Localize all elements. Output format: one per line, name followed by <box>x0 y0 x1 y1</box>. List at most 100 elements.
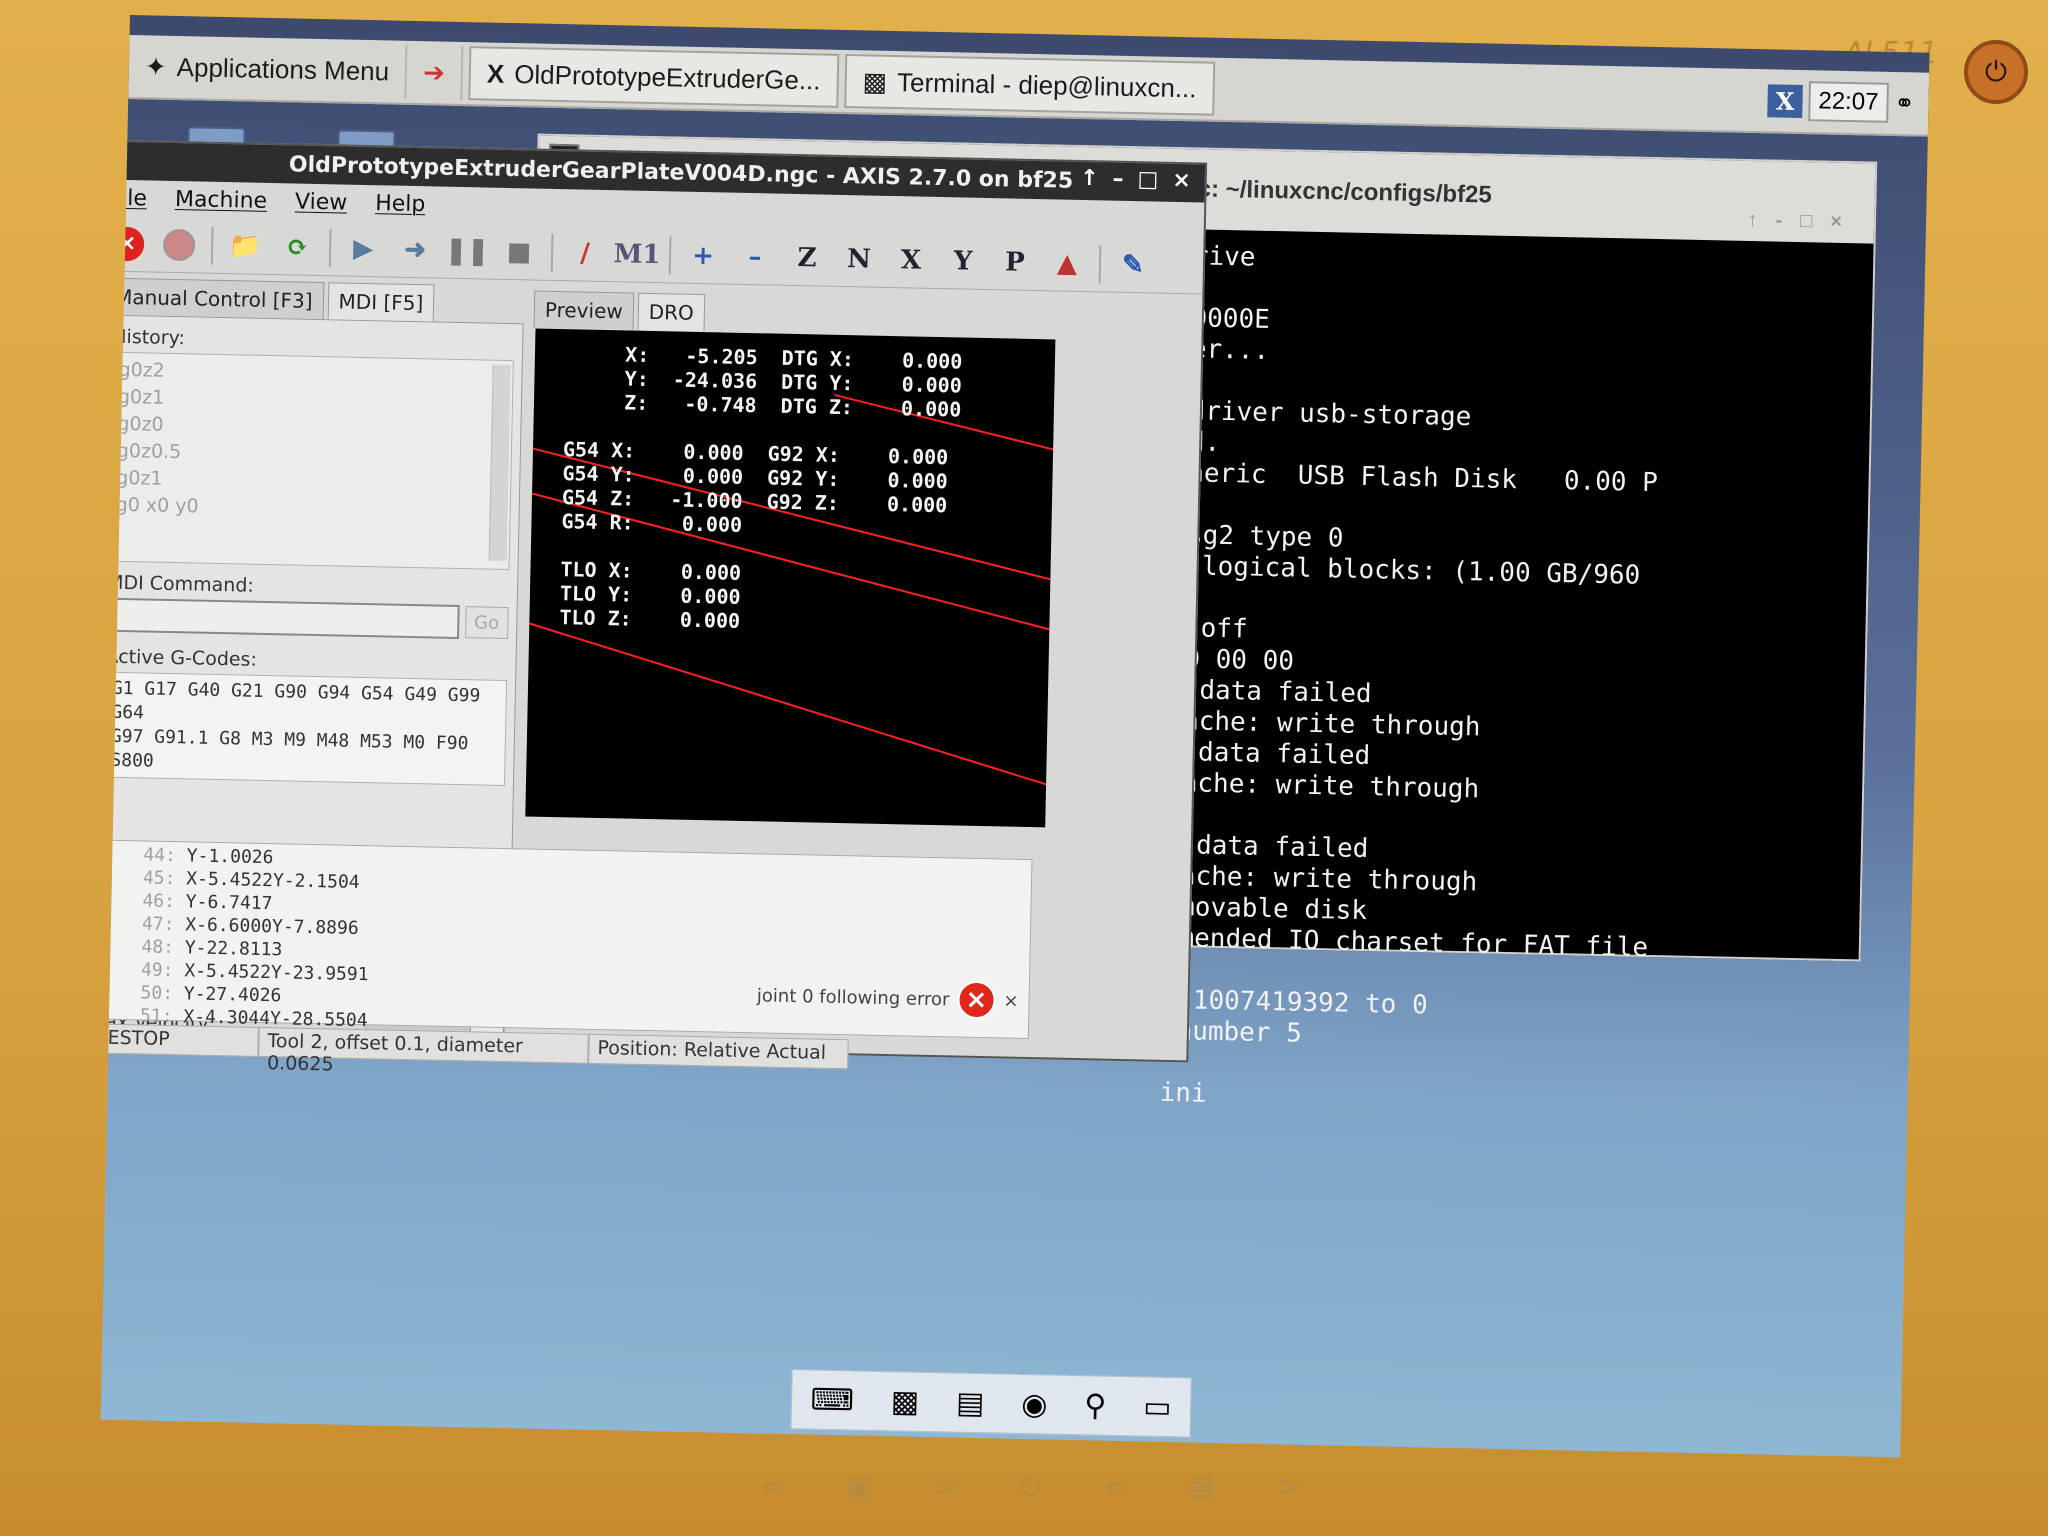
power-badge-icon: ⏻ <box>1964 40 2028 104</box>
dismiss-close-icon[interactable]: × <box>1003 990 1019 1011</box>
toolbar-separator <box>668 235 672 274</box>
view-x-icon[interactable]: X <box>891 239 932 280</box>
right-arrow-icon[interactable]: > <box>934 1470 957 1504</box>
search-icon[interactable]: ⚲ <box>1084 1388 1107 1423</box>
gcode-text: Y-6.7417 <box>185 891 273 915</box>
top-panel: ✦ Applications Menu ➔ X OldPrototypeExtr… <box>128 34 1930 137</box>
minimize-icon[interactable]: – <box>1112 167 1124 192</box>
dock: ⌨ ▩ ▤ ◉ ⚲ ▭ <box>790 1369 1192 1438</box>
task-axis[interactable]: X OldPrototypeExtruderGe... <box>468 46 840 108</box>
error-text: joint 0 following error <box>756 984 950 1010</box>
line-number: 44: <box>143 844 187 867</box>
tab-dro[interactable]: DRO <box>637 292 706 332</box>
terminal-icon: ▩ <box>862 65 888 97</box>
close-icon[interactable]: × <box>1172 168 1191 193</box>
logout-button[interactable]: ➔ <box>406 44 464 100</box>
error-notification: joint 0 following error × × <box>756 976 1019 1020</box>
terminal-icon[interactable]: ▩ <box>890 1384 919 1420</box>
machine-power-icon[interactable] <box>159 224 200 265</box>
active-gcodes-line: G1 G17 G40 G21 G90 G94 G54 G49 G99 G64 <box>111 677 481 724</box>
left-arrow-icon[interactable]: < <box>760 1470 783 1504</box>
folder-icon[interactable]: ▭ <box>1143 1389 1172 1425</box>
status-position: Position: Relative Actual <box>588 1033 849 1070</box>
active-gcodes-line: G97 G91.1 G8 M3 M9 M48 M53 M0 F90 S800 <box>110 725 469 772</box>
tab-preview[interactable]: Preview <box>533 290 635 330</box>
toolbar-separator <box>550 233 554 272</box>
maximize-icon[interactable]: □ <box>1137 167 1158 192</box>
screen: ✦ Applications Menu ➔ X OldPrototypeExtr… <box>100 15 1930 1458</box>
power-icon[interactable]: ⏻ <box>1019 1470 1041 1504</box>
active-gcodes-label: Active G-Codes: <box>105 645 258 671</box>
terminal-window-controls[interactable]: ↑-□× <box>1747 209 1860 234</box>
axis-window[interactable]: OldPrototypeExtruderGearPlateV004D.ngc -… <box>100 139 1208 1075</box>
gcode-text: Y-22.8113 <box>184 937 283 961</box>
pause-icon[interactable]: ❚❚ <box>445 230 489 271</box>
view-y-icon[interactable]: Y <box>943 241 984 282</box>
xfce-mouse-icon: ✦ <box>144 50 168 82</box>
clear-backplot-icon[interactable]: ✎ <box>1113 244 1154 285</box>
gcode-text: X-5.4522Y-23.9591 <box>184 960 369 986</box>
input-icon[interactable]: ▦ <box>1189 1470 1215 1504</box>
line-number: 49: <box>140 959 185 982</box>
tab-manual-control[interactable]: Manual Control [F3] <box>103 277 324 320</box>
history-label: History: <box>112 325 186 350</box>
block-delete-icon[interactable]: ∕ <box>565 233 606 274</box>
zoom-in-icon[interactable]: + <box>683 235 724 276</box>
reload-icon[interactable]: ⟳ <box>277 227 318 268</box>
gcode-text: X-6.6000Y-7.8896 <box>185 914 359 939</box>
x-icon: X <box>486 57 505 89</box>
keyboard-indicator[interactable]: X <box>1767 83 1803 118</box>
raise-icon[interactable]: ↑ <box>1080 166 1099 191</box>
network-icon[interactable]: ⚭ <box>1894 89 1915 117</box>
toolbar-separator <box>1098 244 1102 283</box>
browser-icon[interactable]: ◉ <box>1021 1386 1048 1422</box>
mdi-panel: History: g0z2 g0z1 g0z0 g0z0.5 g0z1 g0 x… <box>100 314 524 884</box>
right-arrow-icon[interactable]: > <box>1278 1470 1301 1504</box>
toolbar-separator <box>210 226 214 265</box>
terminal-output: Drive 00000Ever... driver usb-storageed.… <box>1159 241 1877 1123</box>
menu-machine[interactable]: Machine <box>175 186 268 213</box>
mdi-command-input[interactable] <box>106 597 460 640</box>
gcode-text: X-5.4522Y-2.1504 <box>186 868 360 893</box>
stop-icon[interactable]: ■ <box>499 231 540 272</box>
left-pane: Manual Control [F3] MDI [F5] History: g0… <box>100 277 525 884</box>
error-icon: × <box>957 980 996 1020</box>
toolbar-separator <box>328 228 332 267</box>
run-icon[interactable]: ▶ <box>343 228 384 269</box>
active-gcodes: G1 G17 G40 G21 G90 G94 G54 G49 G99 G64 G… <box>103 671 508 787</box>
optional-stop-icon[interactable]: M1 <box>613 234 660 275</box>
status-state: ESTOP <box>100 1023 259 1057</box>
line-number: 47: <box>141 913 186 936</box>
menu-view[interactable]: View <box>295 189 348 215</box>
history-scrollbar[interactable] <box>488 364 511 562</box>
step-icon[interactable]: ➜ <box>395 229 436 270</box>
status-tool: Tool 2, offset 0.1, diameter 0.0625 <box>258 1026 589 1075</box>
open-folder-icon[interactable]: 📁 <box>225 226 266 267</box>
view-perspective-icon[interactable]: P <box>995 242 1036 283</box>
applications-menu-button[interactable]: ✦ Applications Menu <box>128 38 408 99</box>
gcode-listing[interactable]: 44: Y-1.0026 45: X-5.4522Y-2.1504 46: Y-6.… <box>100 839 1033 1052</box>
view-z-icon[interactable]: Z <box>787 237 828 278</box>
history-list[interactable]: g0z2 g0z1 g0z0 g0z0.5 g0z1 g0 x0 y0 <box>107 351 514 571</box>
mdi-command-label: MDI Command: <box>106 571 255 597</box>
line-number: 46: <box>142 890 187 913</box>
zoom-out-icon[interactable]: – <box>735 236 776 277</box>
line-number: 45: <box>142 867 187 890</box>
clock[interactable]: 22:07 <box>1807 81 1889 123</box>
file-manager-icon[interactable]: ▤ <box>956 1385 985 1421</box>
line-number: 48: <box>141 936 186 959</box>
go-button[interactable]: Go <box>464 606 509 640</box>
line-number: 50: <box>140 982 185 1005</box>
left-arrow-icon[interactable]: < <box>1104 1470 1127 1504</box>
toggle-tool-icon[interactable]: ▲ <box>1047 243 1088 284</box>
bezel-buttons: < ▣ > ⏻ < ▦ > <box>760 1470 1301 1504</box>
menu-help[interactable]: Help <box>375 191 426 217</box>
tab-mdi[interactable]: MDI [F5] <box>327 282 435 322</box>
gcode-text: Y-27.4026 <box>183 983 282 1007</box>
gcode-text: Y-1.0026 <box>186 845 274 869</box>
dro-display: X: -5.205 DTG X: 0.000 Y: -24.036 DTG Y:… <box>525 328 1056 828</box>
drive-icon[interactable]: ⌨ <box>810 1382 854 1418</box>
view-rotated-z-icon[interactable]: N <box>839 238 880 279</box>
task-terminal[interactable]: ▩ Terminal - diep@linuxcn... <box>843 53 1216 116</box>
menu-icon[interactable]: ▣ <box>845 1470 871 1504</box>
